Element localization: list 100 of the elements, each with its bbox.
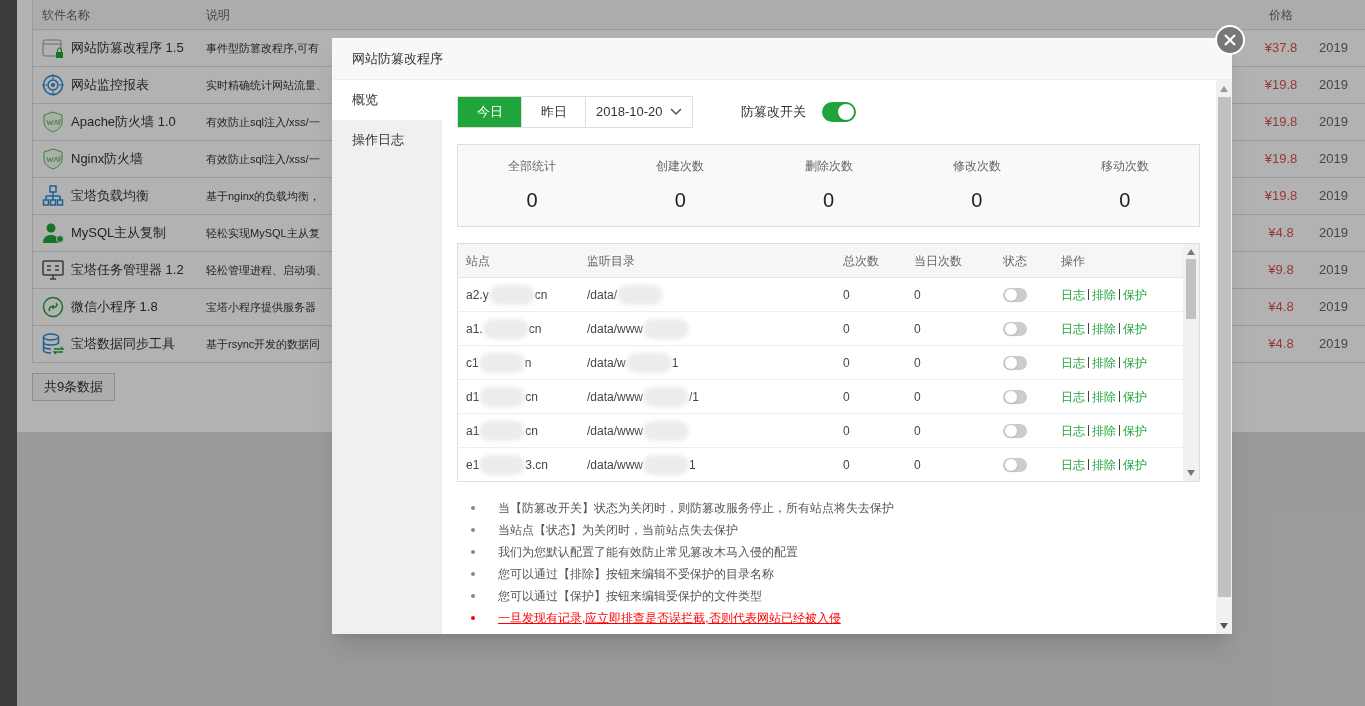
price-cell-text: ¥19.8 bbox=[1264, 150, 1298, 169]
scroll-thumb[interactable] bbox=[1186, 259, 1196, 319]
action-link[interactable]: 保护 bbox=[1123, 285, 1147, 304]
stat-label: 删除次数 bbox=[804, 158, 853, 175]
column-header: 说明 bbox=[206, 7, 230, 22]
action-link[interactable]: 排除 bbox=[1092, 353, 1116, 372]
table-cell-text: 0 bbox=[843, 354, 851, 372]
table-cell: 宝塔小程序提供服务器 bbox=[206, 301, 316, 314]
action-link[interactable]: 排除 bbox=[1092, 455, 1116, 474]
note-text: 我们为您默认配置了能有效防止常见篡改木马入侵的配置 bbox=[498, 544, 798, 561]
table-cell-text: 2019 bbox=[1318, 76, 1348, 95]
action-link[interactable]: 保护 bbox=[1123, 319, 1147, 338]
price-cell-text: ¥4.8 bbox=[1268, 224, 1294, 243]
column-header: 价格 bbox=[1269, 6, 1293, 24]
toggle-switch[interactable] bbox=[1003, 355, 1027, 370]
table-cell-text: 1 bbox=[689, 456, 696, 474]
action-link[interactable]: 日志 bbox=[1061, 353, 1085, 372]
action-link[interactable]: 保护 bbox=[1123, 387, 1147, 406]
stat-value: 0 bbox=[1119, 188, 1131, 213]
column-header: 操作 bbox=[1061, 252, 1086, 270]
table-cell-text: 0 bbox=[914, 354, 922, 372]
toggle-switch[interactable] bbox=[1003, 457, 1027, 472]
shield-icon bbox=[42, 148, 64, 170]
table-cell-text: c1 bbox=[466, 354, 479, 372]
action-link[interactable]: 日志 bbox=[1061, 455, 1085, 474]
stat-value: 0 bbox=[674, 188, 686, 213]
table-cell-text: /data/www bbox=[587, 388, 644, 406]
action-link[interactable]: 排除 bbox=[1092, 319, 1116, 338]
note-text: 当【防篡改开关】状态为关闭时，则防篡改服务停止，所有站点将失去保护 bbox=[498, 500, 894, 517]
table-cell-text: 3.cn bbox=[525, 456, 549, 474]
column-header: 监听目录 bbox=[587, 252, 636, 270]
table-cell-text: 0 bbox=[914, 388, 922, 406]
bullet-icon bbox=[471, 550, 475, 554]
stat-label: 全部统计 bbox=[508, 158, 557, 175]
note-text: 您可以通过【保护】按钮来编辑受保护的文件类型 bbox=[498, 588, 762, 605]
bullet-icon bbox=[471, 572, 475, 576]
table-cell-text: /data/www bbox=[587, 320, 644, 338]
table-cell-text: 2019 bbox=[1318, 224, 1348, 243]
table-cell-text: 0 bbox=[843, 388, 851, 406]
table-cell-text: 1 bbox=[671, 354, 679, 372]
table-cell-text: Nginx防火墙 bbox=[71, 150, 144, 169]
stat-value: 0 bbox=[526, 188, 538, 213]
record-count-button[interactable]: 共9条数据 bbox=[32, 373, 116, 401]
stat-label: 创建次数 bbox=[656, 158, 705, 175]
table-cell: 轻松实现MySQL主从复 bbox=[206, 227, 320, 240]
table-cell-text: 网站监控报表 bbox=[71, 76, 149, 95]
toggle-switch[interactable] bbox=[1003, 389, 1027, 404]
note-text: 当站点【状态】为关闭时，当前站点失去保护 bbox=[498, 522, 738, 539]
column-header: 当日次数 bbox=[914, 252, 963, 270]
close-icon bbox=[1224, 34, 1236, 46]
action-link[interactable]: 排除 bbox=[1092, 285, 1116, 304]
action-link[interactable]: 日志 bbox=[1061, 319, 1085, 338]
table-cell-text: Apache防火墙 1.0 bbox=[71, 113, 176, 132]
table-cell-text: 0 bbox=[914, 456, 922, 474]
table-cell-text: 0 bbox=[843, 422, 851, 440]
note-text: 您可以通过【排除】按钮来编辑不受保护的目录名称 bbox=[498, 566, 774, 583]
toggle-switch[interactable] bbox=[1003, 321, 1027, 336]
table-cell-text: 2019 bbox=[1318, 187, 1348, 206]
table-cell-text: 2019 bbox=[1318, 261, 1348, 280]
toggle-switch[interactable] bbox=[822, 102, 856, 122]
scrollbar[interactable] bbox=[1216, 80, 1232, 634]
table-cell-text: /data/www bbox=[587, 456, 644, 474]
action-link[interactable]: 排除 bbox=[1092, 421, 1116, 440]
action-link[interactable]: 保护 bbox=[1123, 455, 1147, 474]
window-lock-icon bbox=[42, 37, 64, 59]
table-cell: 实时精确统计网站流量、 bbox=[206, 79, 327, 92]
table-cell-text: cn bbox=[528, 320, 542, 338]
table-cell-text: 微信小程序 1.8 bbox=[71, 298, 158, 317]
target-icon bbox=[42, 74, 64, 96]
toggle-switch[interactable] bbox=[1003, 287, 1027, 302]
action-link[interactable]: 保护 bbox=[1123, 353, 1147, 372]
column-header: 总次数 bbox=[843, 252, 880, 270]
user-icon bbox=[42, 222, 64, 244]
table-cell-text: 0 bbox=[914, 320, 922, 338]
sidebar-tab[interactable]: 概览 bbox=[332, 80, 442, 120]
table-cell-text: 宝塔任务管理器 1.2 bbox=[71, 261, 184, 280]
price-cell-text: ¥19.8 bbox=[1264, 113, 1298, 132]
bullet-icon bbox=[471, 616, 475, 620]
table-cell-text: /data/ bbox=[587, 286, 618, 304]
bullet-icon bbox=[471, 528, 475, 532]
table-cell: 有效防止sql注入/xss/一 bbox=[206, 153, 320, 166]
table-cell-text: a1 bbox=[466, 422, 480, 440]
table-cell-text: 0 bbox=[843, 320, 851, 338]
action-link[interactable]: 日志 bbox=[1061, 285, 1085, 304]
scroll-thumb[interactable] bbox=[1217, 97, 1231, 597]
price-cell-text: ¥4.8 bbox=[1268, 298, 1294, 317]
price-cell-text: ¥37.8 bbox=[1264, 39, 1298, 58]
action-link[interactable]: 保护 bbox=[1123, 421, 1147, 440]
action-link[interactable]: 日志 bbox=[1061, 387, 1085, 406]
table-cell-text: cn bbox=[525, 388, 539, 406]
table-cell-text: n bbox=[524, 354, 532, 372]
toggle-switch[interactable] bbox=[1003, 423, 1027, 438]
action-link[interactable]: 排除 bbox=[1092, 387, 1116, 406]
network-icon bbox=[42, 185, 64, 207]
table-cell-text: e1 bbox=[466, 456, 480, 474]
table-cell-text: a1. bbox=[466, 320, 483, 338]
action-link[interactable]: 日志 bbox=[1061, 421, 1085, 440]
scrollbar[interactable] bbox=[1183, 244, 1199, 481]
column-header: 状态 bbox=[1003, 252, 1028, 270]
table-cell-text: MySQL主从复制 bbox=[71, 224, 167, 243]
